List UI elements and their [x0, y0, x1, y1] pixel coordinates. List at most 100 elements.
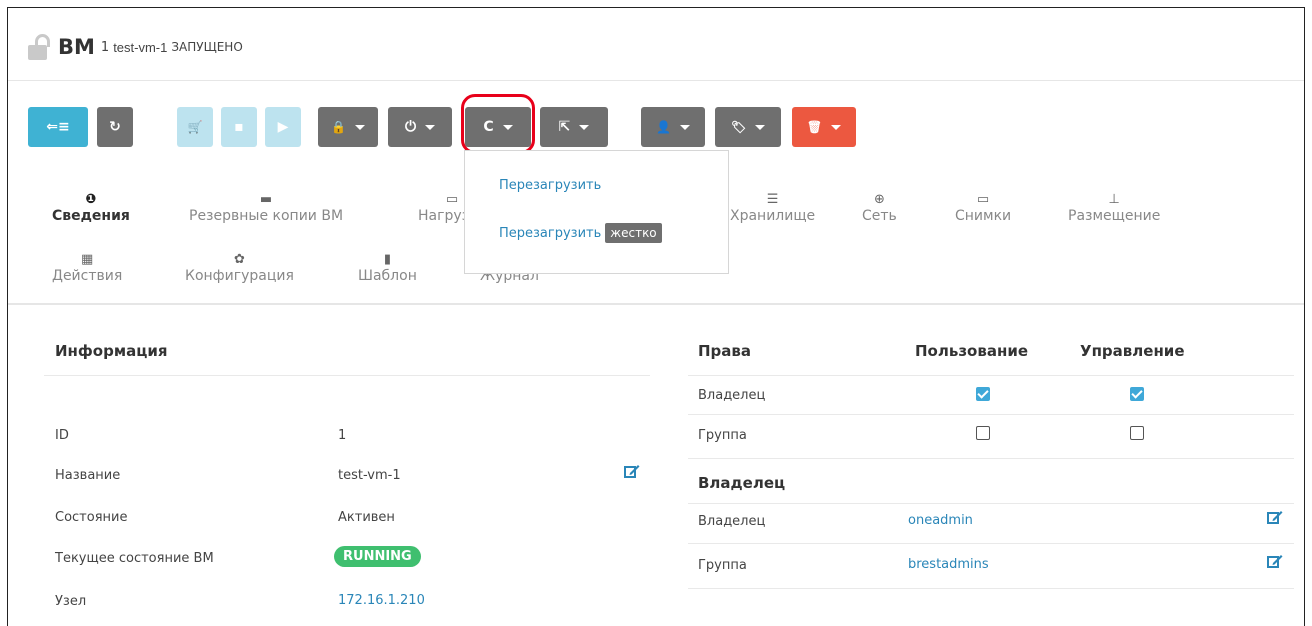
status-badge: RUNNING [334, 546, 421, 567]
checkbox-group-manage[interactable] [1130, 426, 1144, 440]
divider [8, 80, 1304, 81]
cart-icon: 🛒 [187, 120, 203, 134]
power-icon: ⏻ [404, 119, 417, 135]
save-icon: ▪ [234, 119, 244, 135]
tag-icon: 🏷 [730, 120, 747, 134]
back-button[interactable]: ⇐≡ [28, 107, 88, 147]
unlock-icon[interactable] [28, 34, 52, 60]
divider [688, 458, 1294, 459]
tab-label: Размещение [1068, 208, 1161, 224]
lock-icon: 🔒 [331, 120, 346, 134]
owner-user-link[interactable]: oneadmin [908, 513, 973, 528]
tab-label: Хранилище [730, 208, 816, 224]
owner-group-link[interactable]: brestadmins [908, 557, 989, 572]
info-label-host: Узел [55, 594, 87, 609]
tab-info[interactable]: ❶ Сведения [52, 192, 130, 224]
info-label-name: Название [55, 468, 121, 483]
menu-item-reboot[interactable]: Перезагрузить [499, 178, 601, 193]
user-icon: 👤 [656, 120, 671, 134]
user-dropdown[interactable]: 👤 [641, 107, 705, 147]
info-label-id: ID [55, 428, 69, 443]
tab-label: Резервные копии ВМ [189, 208, 344, 224]
info-title: Информация [55, 342, 168, 360]
back-list-icon: ⇐≡ [46, 119, 70, 135]
checkbox-owner-manage[interactable] [1130, 387, 1144, 401]
divider [688, 414, 1294, 415]
owner-title: Владелец [698, 474, 786, 492]
deploy-button[interactable]: 🛒 [177, 107, 213, 147]
hard-tag: жестко [605, 223, 662, 243]
page-title: ВМ 1 test-vm-1 ЗАПУЩЕНО [28, 30, 243, 64]
highlight-annotation [461, 94, 535, 154]
menu-item-reboot-hard[interactable]: Перезагрузить жестко [499, 223, 662, 243]
tab-configuration[interactable]: ✿ Конфигурация [185, 252, 294, 284]
sitemap-icon: ⊥ [1108, 192, 1120, 207]
tab-label: Сведения [52, 208, 130, 224]
tab-storage[interactable]: ☰ Хранилище [730, 192, 815, 224]
menu-item-label: Перезагрузить [499, 226, 602, 241]
tab-label: Снимки [955, 208, 1012, 224]
divider [688, 503, 1294, 504]
perms-label-group: Группа [698, 428, 747, 443]
reboot-menu: Перезагрузить Перезагрузить жестко [464, 150, 729, 274]
cog-icon: ✿ [233, 252, 245, 267]
tab-actions[interactable]: ▦ Действия [52, 252, 122, 284]
divider [44, 375, 650, 376]
owner-label-group: Группа [698, 558, 747, 573]
divider [688, 375, 1294, 376]
refresh-button[interactable]: ↻ [97, 107, 133, 147]
title-label: ВМ [58, 35, 95, 59]
caret-down-icon [755, 124, 766, 130]
caret-down-icon [831, 124, 842, 130]
perms-title: Права [698, 342, 752, 360]
caret-down-icon [425, 124, 436, 130]
laptop-icon: ▭ [976, 192, 990, 207]
edit-icon[interactable] [1267, 510, 1283, 524]
tag-dropdown[interactable]: 🏷 [715, 107, 781, 147]
caret-down-icon [354, 124, 365, 130]
divider [688, 588, 1294, 589]
file-icon: ▮ [383, 252, 391, 267]
globe-icon: ⊕ [873, 192, 885, 207]
info-value-state: Активен [338, 510, 395, 525]
tab-network[interactable]: ⊕ Сеть [862, 192, 897, 224]
vm-details-panel [7, 7, 1305, 626]
tab-template[interactable]: ▮ Шаблон [358, 252, 417, 284]
caret-down-icon [679, 124, 690, 130]
info-value-id: 1 [338, 428, 347, 443]
host-link[interactable]: 172.16.1.210 [338, 593, 425, 608]
tabs-divider [8, 303, 1304, 305]
calendar-icon: ▦ [80, 252, 94, 267]
owner-label-user: Владелец [698, 514, 766, 529]
tab-label: Сеть [862, 208, 897, 224]
tab-placement[interactable]: ⊥ Размещение [1068, 192, 1160, 224]
delete-dropdown[interactable]: 🗑 [792, 107, 856, 147]
tab-label: Действия [52, 268, 123, 284]
perms-col-use: Пользование [915, 342, 1029, 360]
edit-icon[interactable] [624, 464, 640, 478]
vm-id: 1 [100, 39, 110, 55]
tab-backups[interactable]: ▬ Резервные копии ВМ [189, 192, 343, 224]
archive-icon: ▬ [259, 192, 273, 207]
vm-name: test-vm-1 [113, 39, 168, 55]
edit-icon[interactable] [1267, 554, 1283, 568]
migrate-dropdown[interactable]: ⇱ [540, 107, 608, 147]
perms-col-manage: Управление [1080, 342, 1185, 360]
share-icon: ⇱ [558, 119, 571, 135]
lock-dropdown[interactable]: 🔒 [318, 107, 378, 147]
storage-icon: ☰ [766, 192, 779, 207]
save-button[interactable]: ▪ [221, 107, 257, 147]
perms-label-owner: Владелец [698, 388, 766, 403]
play-button[interactable]: ▶ [265, 107, 301, 147]
info-label-state: Состояние [55, 510, 128, 525]
checkbox-group-use[interactable] [976, 426, 990, 440]
trash-icon: 🗑 [806, 120, 823, 134]
refresh-icon: ↻ [109, 119, 121, 135]
info-icon: ❶ [85, 192, 97, 207]
tab-snapshots[interactable]: ▭ Снимки [955, 192, 1011, 224]
divider [688, 543, 1294, 544]
tab-label: Шаблон [358, 268, 417, 284]
power-dropdown[interactable]: ⏻ [388, 107, 452, 147]
tab-label: Конфигурация [185, 268, 294, 284]
checkbox-owner-use[interactable] [976, 387, 990, 401]
